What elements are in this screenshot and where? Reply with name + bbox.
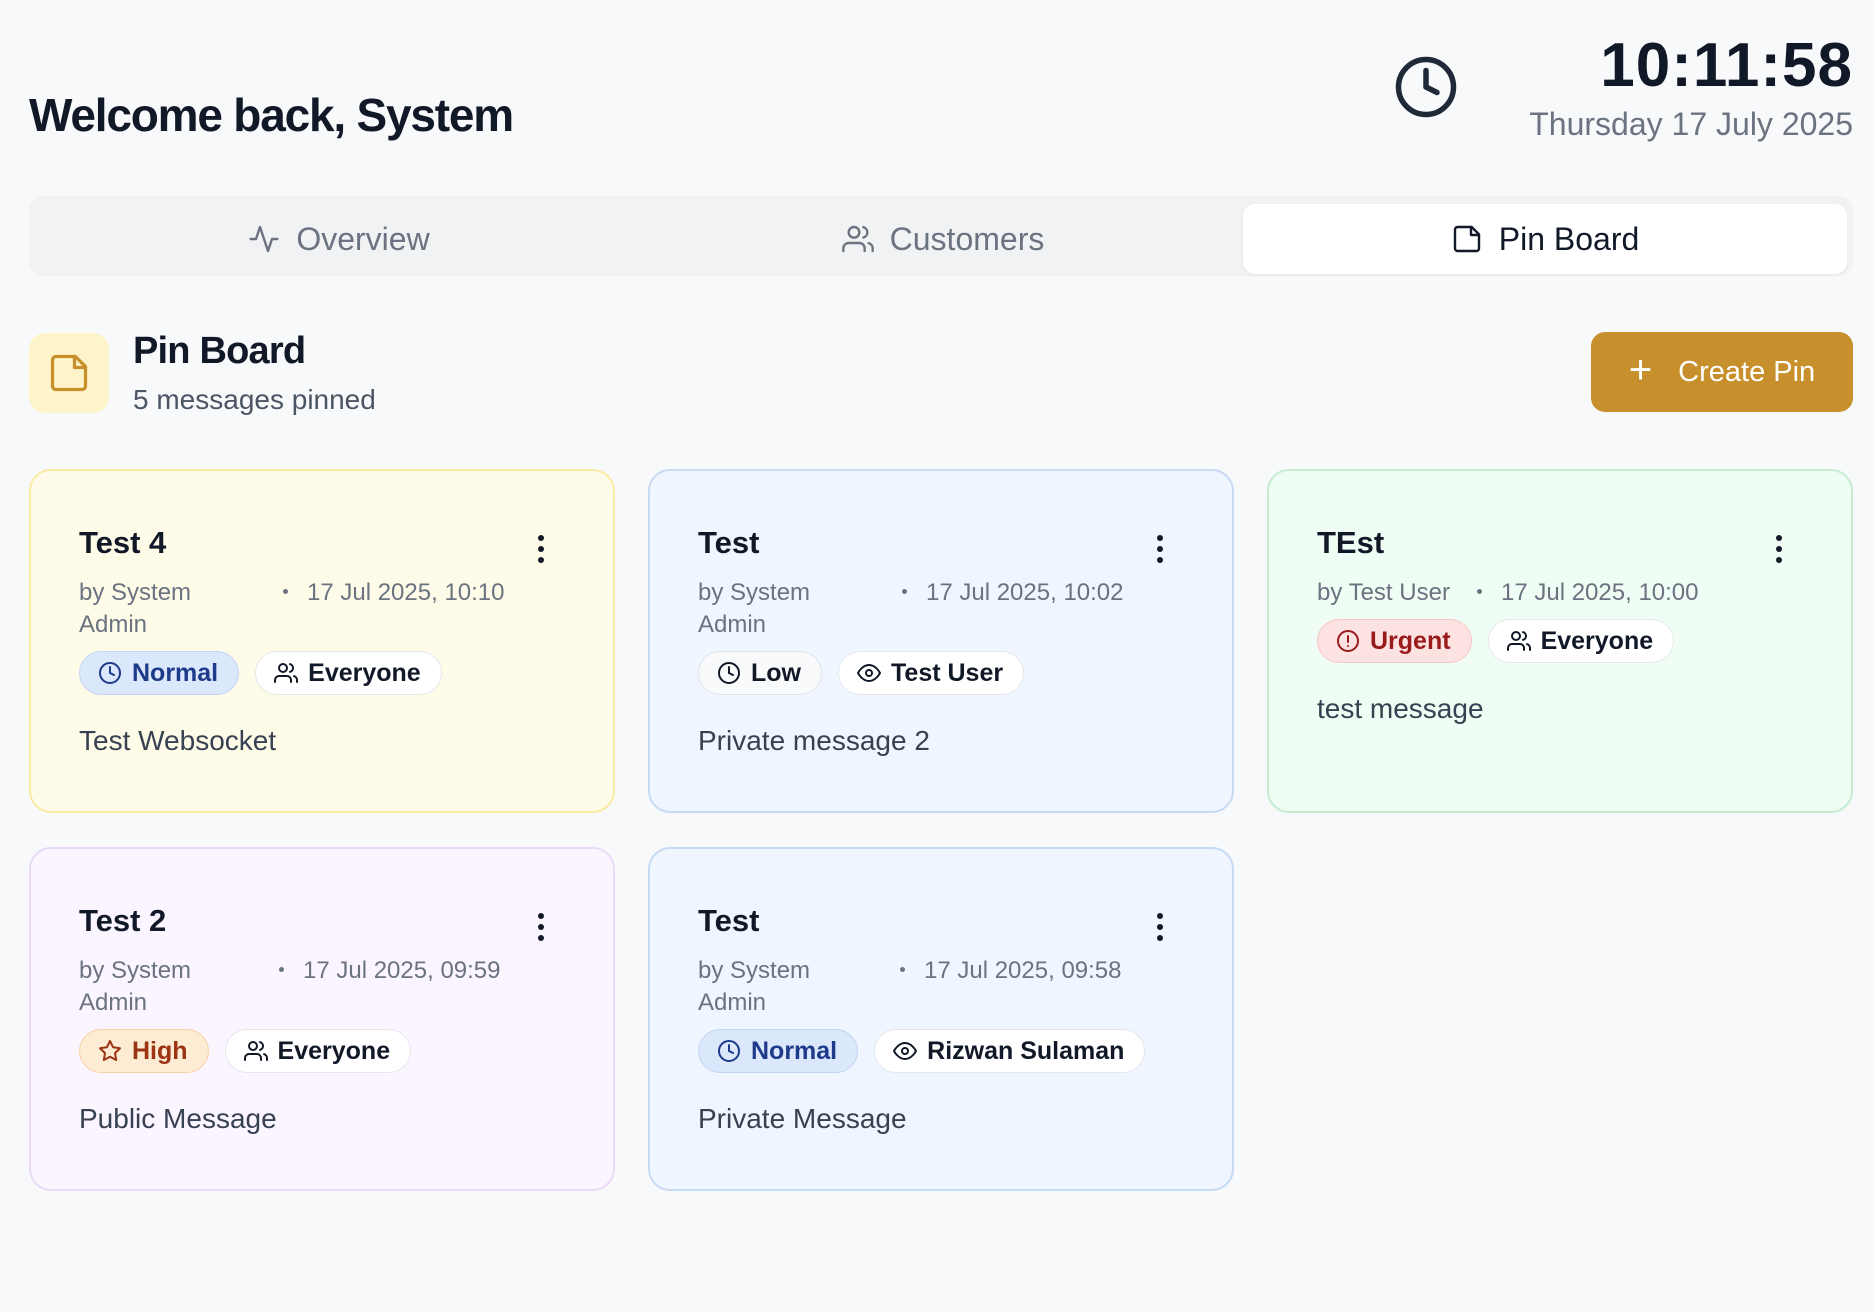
pin-card[interactable]: Test by System Admin 17 Jul 2025, 10:02 … [648, 469, 1234, 813]
pin-badges: Urgent Everyone [1317, 619, 1675, 663]
pin-title: Test 2 [79, 903, 167, 938]
pin-title: Test [698, 903, 760, 938]
audience-label: Everyone [308, 658, 421, 687]
activity-icon [249, 225, 279, 253]
priority-label: Normal [751, 1036, 838, 1065]
separator-dot [902, 589, 907, 594]
pin-message: test message [1317, 693, 1484, 724]
pin-card[interactable]: TEst by Test User 17 Jul 2025, 10:00 Urg… [1267, 469, 1853, 813]
tab-label: Customers [889, 220, 1045, 257]
pin-card[interactable]: Test 4 by System Admin 17 Jul 2025, 10:1… [29, 469, 615, 813]
welcome-heading: Welcome back, System [29, 89, 514, 141]
pin-title: Test [698, 525, 760, 560]
audience-badge: Everyone [1487, 619, 1675, 663]
pin-author: by System Admin [698, 957, 811, 1016]
users-icon [274, 663, 299, 683]
pin-author: by System Admin [698, 579, 811, 638]
priority-badge: Normal [698, 1029, 859, 1073]
more-options-icon[interactable] [1154, 913, 1166, 945]
sticky-note-icon [50, 354, 88, 392]
pin-author: by System Admin [79, 579, 192, 638]
pin-badges: High Everyone [79, 1029, 412, 1073]
pin-card[interactable]: Test by System Admin 17 Jul 2025, 09:58 … [648, 847, 1234, 1191]
clock-icon [718, 1040, 740, 1062]
pin-timestamp: 17 Jul 2025, 09:59 [303, 957, 501, 984]
priority-badge: Normal [79, 651, 240, 695]
audience-badge: Rizwan Sulaman [874, 1029, 1146, 1073]
pin-message: Public Message [79, 1103, 277, 1134]
dashboard-page: Welcome back, System 10:11:58 Thursday 1… [0, 0, 1874, 1312]
pin-timestamp: 17 Jul 2025, 10:02 [926, 579, 1124, 606]
create-pin-label: Create Pin [1678, 355, 1816, 388]
tab-bar: Overview Customers Pin Board [29, 196, 1853, 276]
audience-label: Test User [891, 658, 1004, 687]
current-time: 10:11:58 [1600, 31, 1853, 100]
clock-icon [99, 662, 121, 684]
audience-badge: Test User [838, 651, 1025, 695]
separator-dot [279, 967, 284, 972]
more-options-icon[interactable] [1773, 535, 1785, 567]
header: Welcome back, System 10:11:58 Thursday 1… [29, 30, 1853, 150]
separator-dot [283, 589, 288, 594]
pin-badges: Normal Rizwan Sulaman [698, 1029, 1146, 1073]
audience-label: Everyone [1540, 626, 1654, 655]
pin-title: Test 4 [79, 525, 167, 560]
pin-badges: Low Test User [698, 651, 1025, 695]
separator-dot [900, 967, 905, 972]
pin-card[interactable]: Test 2 by System Admin 17 Jul 2025, 09:5… [29, 847, 615, 1191]
pin-message: Private Message [698, 1103, 907, 1134]
tab-customers[interactable]: Customers [641, 204, 1245, 274]
audience-label: Everyone [277, 1036, 391, 1065]
priority-badge: High [79, 1029, 209, 1073]
clock-icon [718, 662, 740, 684]
pin-timestamp: 17 Jul 2025, 09:58 [924, 957, 1122, 984]
tab-overview[interactable]: Overview [37, 204, 641, 274]
create-pin-button[interactable]: + Create Pin [1591, 332, 1853, 412]
audience-badge: Everyone [255, 651, 442, 695]
clock-icon [1395, 56, 1457, 118]
priority-label: Urgent [1370, 626, 1451, 655]
current-date: Thursday 17 July 2025 [1529, 106, 1853, 142]
star-icon [99, 1040, 121, 1062]
pin-author: by System Admin [79, 957, 192, 1016]
eye-icon [857, 663, 881, 683]
pin-message: Test Websocket [79, 725, 277, 756]
separator-dot [1477, 589, 1482, 594]
users-icon [841, 225, 874, 253]
users-icon [243, 1041, 268, 1061]
pin-timestamp: 17 Jul 2025, 10:10 [307, 579, 505, 606]
audience-badge: Everyone [224, 1029, 412, 1073]
more-options-icon[interactable] [535, 913, 547, 945]
tab-label: Overview [296, 220, 430, 257]
plus-icon: + [1628, 348, 1653, 392]
sticky-note-icon [1453, 225, 1480, 253]
section-subtitle: 5 messages pinned [133, 384, 376, 415]
audience-label: Rizwan Sulaman [927, 1036, 1125, 1065]
priority-badge: Urgent [1317, 619, 1472, 663]
more-options-icon[interactable] [1154, 535, 1166, 567]
priority-label: Low [751, 658, 801, 687]
tab-pin-board[interactable]: Pin Board [1243, 204, 1847, 274]
priority-label: Normal [132, 658, 219, 687]
priority-badge: Low [698, 651, 822, 695]
priority-label: High [132, 1036, 188, 1065]
pin-title: TEst [1317, 525, 1385, 560]
clock-widget: 10:11:58 Thursday 17 July 2025 [1393, 30, 1853, 150]
pin-author: by Test User [1317, 579, 1450, 606]
pin-badges: Normal Everyone [79, 651, 442, 695]
section-title: Pin Board [133, 330, 306, 372]
pin-board-badge [29, 333, 109, 413]
pin-timestamp: 17 Jul 2025, 10:00 [1501, 579, 1699, 606]
more-options-icon[interactable] [535, 535, 547, 567]
alert-circle-icon [1337, 630, 1359, 652]
users-icon [1506, 631, 1531, 651]
pin-message: Private message 2 [698, 725, 930, 756]
eye-icon [893, 1041, 918, 1061]
tab-label: Pin Board [1498, 220, 1640, 257]
